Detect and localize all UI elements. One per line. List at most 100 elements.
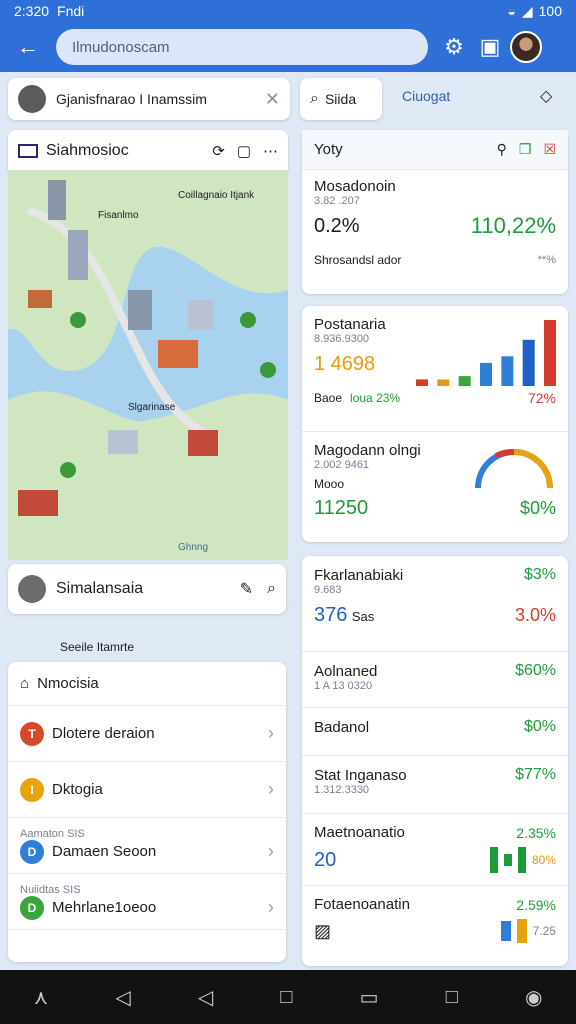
assistant-avatar-icon[interactable]: ◉ (525, 985, 542, 1010)
stat-sub: 9.683 (314, 584, 342, 596)
close-icon[interactable]: ✕ (265, 89, 280, 110)
chevron-right-icon: › (268, 723, 274, 743)
status-bar: 2:320 Fndi ◒ ◢ 100 (0, 0, 576, 22)
map-footer-title: Simalansaia (56, 580, 144, 597)
more-icon[interactable]: ⋯ (263, 142, 278, 160)
stat-row[interactable]: Fkarlanabiaki $3% 9.683 376 Sas 3.0% (302, 556, 568, 652)
recents-icon[interactable]: ▭ (360, 985, 379, 1010)
search-icon[interactable]: ⌕ (267, 580, 276, 598)
assistant-icon[interactable]: ⋏ (34, 985, 49, 1010)
stat-row[interactable]: Aolnaned $60% 1 A 13 0320 (302, 652, 568, 708)
block1-footer: Shrosandsl ador (314, 253, 402, 267)
block2-footer-right: 72% (527, 390, 556, 406)
mini-bar (503, 854, 512, 866)
map-header: Siahmosioc ⟳ ▢ ⋯ (8, 130, 288, 172)
search-icon: ⌕ (310, 90, 319, 107)
chevron-right-icon: › (268, 841, 274, 861)
stat-right: $77% (515, 766, 556, 783)
chart-bar (501, 356, 514, 386)
chevron-right-icon: › (268, 897, 274, 917)
home-icon[interactable]: □ (280, 986, 292, 1009)
message-icon[interactable]: ▣ (472, 29, 508, 65)
settings-icon[interactable]: ⚙ (436, 29, 472, 65)
navigation-bar: ⋏ ◁ ◁ □ ▭ □ ◉ (0, 970, 576, 1024)
pin-icon[interactable]: ⚲ (497, 141, 507, 158)
chat-icon[interactable]: ▢ (237, 142, 251, 160)
block1-sub: 3.82 .207 (314, 195, 360, 207)
stat-left: 376 (314, 604, 348, 626)
map-label-4: Slgarinase (128, 402, 176, 413)
map-label-2: Fisanlmo (98, 210, 139, 221)
tab-other[interactable]: Ciuogat (402, 88, 450, 104)
stat-title: Stat Inganaso (314, 766, 407, 784)
stat-right-top: 2.59% (516, 896, 556, 913)
item-icon: T (20, 721, 44, 746)
block1-title: Mosadonoin (314, 178, 396, 195)
footer-avatar (18, 575, 46, 603)
map-footer-card[interactable]: Simalansaia ✎ ⌕ (8, 564, 286, 614)
stat-title: Badanol (314, 718, 370, 736)
item-icon: D (20, 895, 44, 920)
stat-left: 20 (314, 848, 337, 871)
share-icon[interactable]: ⟳ (212, 142, 225, 160)
back-icon[interactable]: ← (10, 29, 46, 65)
stat-row[interactable]: Stat Inganaso $77% 1.312.3330 (302, 756, 568, 814)
item-label: Mehrlane1oeoo (52, 899, 157, 916)
status-label: Fndi (57, 3, 85, 19)
top-left-title: Gjanisfnarao I Inamssim (56, 91, 207, 107)
tab-active-label: Siida (324, 91, 357, 107)
stat-title: Aolnaned (314, 662, 378, 680)
list-icon: ⌂ (20, 675, 30, 692)
list-title: Nmocisia (37, 675, 99, 692)
avatar (510, 31, 542, 63)
close-icon[interactable]: ☒ (543, 141, 556, 158)
list-item[interactable]: T Dlotere deraion › (8, 706, 286, 762)
mini-bar (517, 847, 526, 873)
chart-bar (544, 320, 556, 386)
block2-footer-mid: loua 23% (350, 391, 401, 405)
map-flag-icon (18, 144, 38, 158)
list-item[interactable]: Aamaton SIS D Damaen Seoon › (8, 818, 286, 874)
stat-row[interactable]: Badanol $0% (302, 708, 568, 756)
stat-right-top: 2.35% (516, 824, 556, 841)
location-icon[interactable]: ◇ (540, 86, 552, 106)
map-title: Siahmosioc (46, 142, 129, 159)
block3-right: $0% (519, 498, 556, 518)
map-graphic (8, 170, 288, 560)
signal-icon: ◢ (521, 2, 533, 19)
back-nav-icon-2[interactable]: ◁ (198, 985, 213, 1010)
list-item[interactable]: I Dktogia › (8, 762, 286, 818)
bar-chart (416, 320, 556, 386)
map-view[interactable]: Coillagnaio Itjank Fisanlmo Ghnng Slgari… (8, 170, 288, 560)
item-icon: I (20, 777, 44, 802)
block1-left: 0.2% (314, 214, 360, 237)
overview-icon[interactable]: □ (446, 986, 458, 1009)
block1-right: 110,22% (470, 213, 556, 238)
tab-active[interactable]: ⌕ Siida (300, 78, 382, 120)
mini-bar (516, 919, 527, 943)
stat-right-bottom: 3.0% (514, 605, 556, 625)
profile-avatar[interactable] (508, 29, 544, 65)
search-input[interactable]: Ilmudonoscam (56, 29, 428, 65)
list-item[interactable]: Nuiidtas SIS D Mehrlane1oeoo › (8, 874, 286, 930)
edit-icon[interactable]: ✎ (240, 579, 253, 599)
gauge-chart (475, 449, 553, 489)
item-label: Dlotere deraion (52, 725, 155, 742)
block2-footer-left: Baoe (314, 391, 343, 405)
map-label-1: Coillagnaio Itjank (178, 190, 255, 201)
stat-row[interactable]: Maetnoanatio 2.35% 20 80% (302, 814, 568, 886)
mini-bar (500, 921, 511, 941)
stat-row[interactable]: Fotaenoanatin 2.59% ▨ 7.25 (302, 886, 568, 956)
chart-bar (437, 379, 450, 386)
item-label: Damaen Seoon (52, 843, 157, 860)
wifi-icon: ◒ (507, 3, 516, 19)
stat-right-top: $3% (523, 566, 556, 583)
stat-left-suffix: Sas (351, 609, 375, 624)
list-card: ⌂ Nmocisia T Dlotere deraion › I Dktogia… (8, 662, 286, 962)
block3-value: 11250 (314, 497, 369, 519)
top-left-card[interactable]: Gjanisfnarao I Inamssim ✕ (8, 78, 290, 120)
back-nav-icon[interactable]: ◁ (115, 985, 130, 1010)
right-block-1: Yoty ⚲ ❐ ☒ Mosadonoin 3.82 .207 0.2% 110… (302, 130, 568, 294)
stat-right: $60% (515, 662, 556, 679)
copy-icon[interactable]: ❐ (519, 141, 532, 158)
